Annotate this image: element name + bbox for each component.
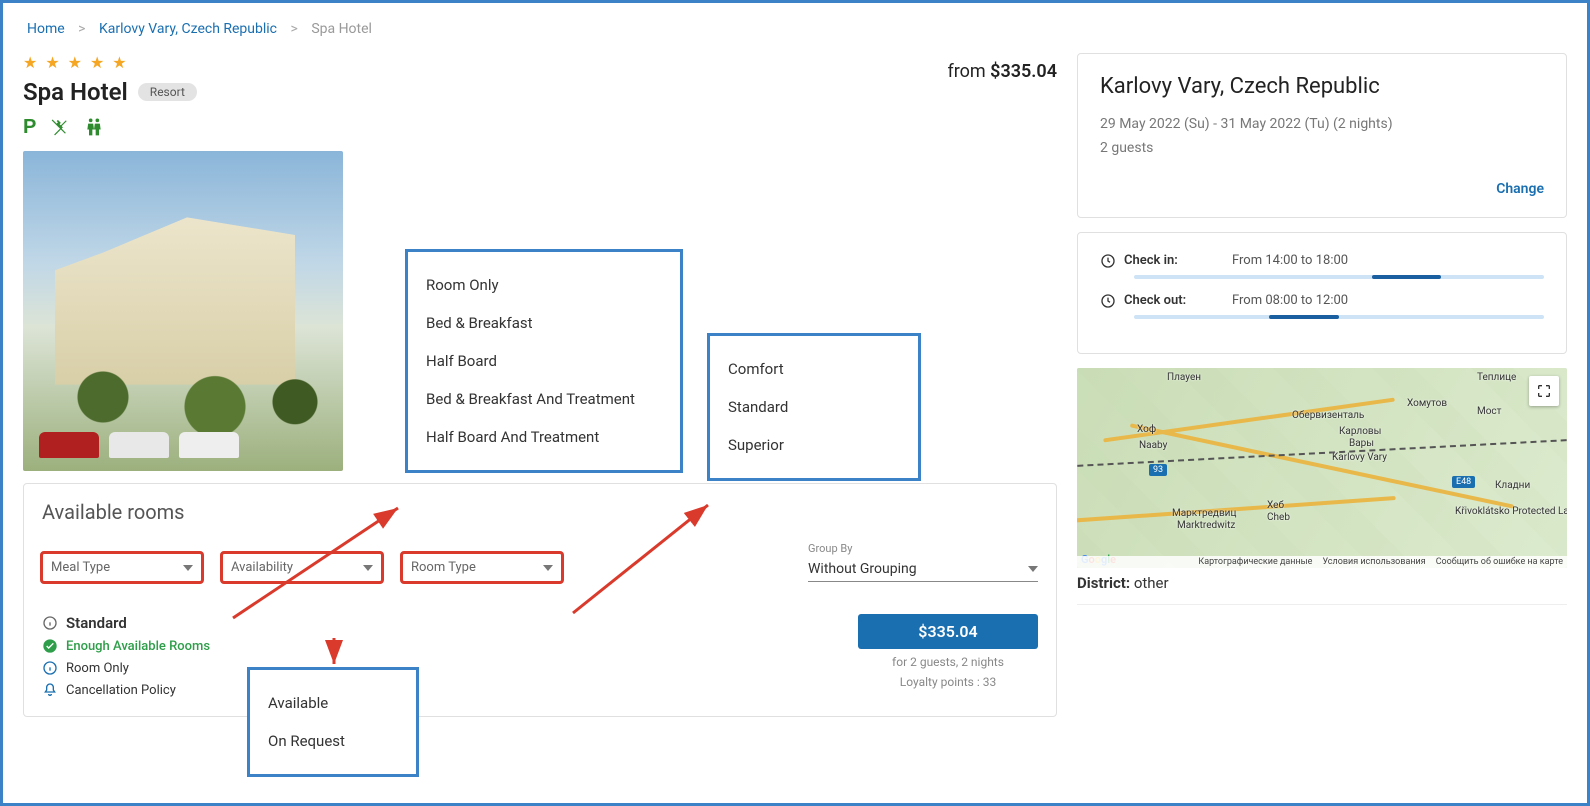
price-sub2: Loyalty points : 33	[858, 675, 1038, 689]
map-expand-icon[interactable]	[1529, 376, 1559, 406]
family-icon	[84, 116, 104, 139]
breadcrumb: Home > Karlovy Vary, Czech Republic > Sp…	[23, 21, 1567, 37]
meal-option[interactable]: Half Board And Treatment	[426, 418, 662, 456]
map-city-label: Cheb	[1267, 512, 1290, 523]
checkin-label: Check in:	[1124, 253, 1178, 268]
availability-options-popup: Available On Request	[247, 667, 419, 777]
map-route-shield: E48	[1452, 476, 1475, 488]
map-city-label: Марктредвиц	[1172, 508, 1236, 519]
booking-dates: 29 May 2022 (Su) - 31 May 2022 (Tu) (2 n…	[1100, 113, 1544, 137]
map-city-label: Обервизенталь	[1292, 410, 1364, 421]
meal-option[interactable]: Bed & Breakfast And Treatment	[426, 380, 662, 418]
room-type-dropdown[interactable]: Room Type	[402, 553, 562, 582]
booking-guests: 2 guests	[1100, 137, 1544, 161]
room-availability-text: Enough Available Rooms	[66, 639, 210, 654]
map-city-label: Мост	[1477, 406, 1501, 417]
map-city-label: Теплице	[1477, 372, 1516, 383]
meal-option[interactable]: Half Board	[426, 342, 662, 380]
clock-icon	[1100, 253, 1116, 269]
annotation-arrow	[223, 498, 408, 628]
annotation-arrow	[563, 493, 723, 623]
clock-icon	[1100, 293, 1116, 309]
map-city-label: Вары	[1349, 438, 1374, 449]
district-line: District: other	[1077, 574, 1567, 592]
map-city-label: Хоф	[1137, 424, 1156, 435]
check-in-out-panel: Check in: From 14:00 to 18:00 Check out:…	[1077, 232, 1567, 354]
info-blue-icon	[42, 660, 58, 676]
map-route-shield: 93	[1149, 464, 1167, 476]
resort-badge: Resort	[138, 83, 197, 101]
checkout-label: Check out:	[1124, 293, 1186, 308]
available-rooms-heading: Available rooms	[42, 500, 1038, 524]
availability-option[interactable]: Available	[268, 684, 398, 722]
bell-icon	[42, 682, 58, 698]
room-option[interactable]: Superior	[728, 426, 900, 464]
check-circle-icon	[42, 638, 58, 654]
room-name: Standard	[66, 614, 127, 632]
breadcrumb-sep: >	[291, 21, 298, 37]
map-city-label: Карловы	[1339, 426, 1381, 437]
checkout-timebar	[1134, 315, 1544, 319]
room-option[interactable]: Comfort	[728, 350, 900, 388]
breadcrumb-current: Spa Hotel	[311, 21, 372, 37]
change-link[interactable]: Change	[1100, 181, 1544, 197]
map-city-label: Кладни	[1495, 480, 1530, 491]
hotel-title: Spa Hotel	[23, 78, 128, 106]
annotation-arrow	[319, 636, 349, 670]
cancellation-policy-link[interactable]: Cancellation Policy	[66, 683, 176, 698]
map-city-label: Karlovy Vary	[1332, 452, 1387, 463]
breadcrumb-location[interactable]: Karlovy Vary, Czech Republic	[99, 21, 277, 37]
available-rooms-section: Available rooms Meal Type Availability R…	[23, 483, 1057, 717]
map-city-label: Хеб	[1267, 500, 1284, 511]
map-attribution: Картографические данные Условия использо…	[1077, 556, 1567, 568]
restaurant-icon	[50, 116, 70, 139]
booking-location: Karlovy Vary, Czech Republic	[1100, 74, 1544, 99]
checkout-value: From 08:00 to 12:00	[1232, 293, 1544, 308]
breadcrumb-sep: >	[78, 21, 85, 37]
checkin-timebar	[1134, 275, 1544, 279]
price-button[interactable]: $335.04	[858, 614, 1038, 649]
caret-down-icon	[1028, 566, 1038, 572]
map-city-label: Хомутов	[1407, 398, 1447, 409]
meal-option[interactable]: Room Only	[426, 266, 662, 304]
parking-icon: P	[23, 116, 36, 139]
info-icon	[42, 615, 58, 631]
caret-down-icon	[543, 565, 553, 571]
map-city-label: Marktredwitz	[1177, 520, 1235, 531]
group-by-dropdown[interactable]: Without Grouping	[808, 557, 1038, 582]
price-top: from $335.04	[947, 53, 1057, 82]
booking-summary-panel: Karlovy Vary, Czech Republic 29 May 2022…	[1077, 53, 1567, 218]
breadcrumb-home[interactable]: Home	[27, 21, 65, 37]
group-by-label: Group By	[808, 542, 1038, 555]
room-option[interactable]: Standard	[728, 388, 900, 426]
map-city-label: Плауен	[1167, 372, 1201, 383]
caret-down-icon	[183, 565, 193, 571]
meal-type-dropdown[interactable]: Meal Type	[42, 553, 202, 582]
meal-type-options-popup: Room Only Bed & Breakfast Half Board Bed…	[405, 249, 683, 473]
availability-option[interactable]: On Request	[268, 722, 398, 760]
room-type-options-popup: Comfort Standard Superior	[707, 333, 921, 481]
room-meal-text: Room Only	[66, 661, 129, 676]
hotel-photo[interactable]	[23, 151, 343, 471]
map[interactable]: Плауен Теплице Обервизенталь Хомутов Мост Хоф…	[1077, 368, 1567, 568]
star-rating: ★ ★ ★ ★ ★	[23, 53, 197, 72]
meal-option[interactable]: Bed & Breakfast	[426, 304, 662, 342]
checkin-value: From 14:00 to 18:00	[1232, 253, 1544, 268]
map-city-label: Naaby	[1139, 440, 1167, 451]
map-city-label: Křivoklátsko Protected Landscape Area	[1455, 506, 1567, 517]
price-sub1: for 2 guests, 2 nights	[858, 655, 1038, 669]
